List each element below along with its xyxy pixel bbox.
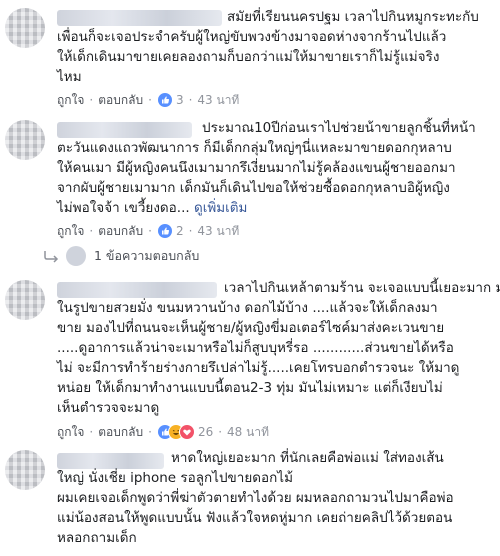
reply-arrow-icon [44,251,59,263]
avatar[interactable] [5,450,45,490]
view-replies-link[interactable]: 1 ข้อความตอบกลับ [42,246,199,266]
comment: หาดใหญ่เยอะมาก ที่นักเลยคือพ่อแม่ ใส่ทอง… [0,442,500,556]
comment-actions: ถูกใจ · ตอบกลับ · 3 · 43 นาที [57,91,239,109]
like-button[interactable]: ถูกใจ [57,423,84,442]
reactions[interactable]: 2 [156,223,184,239]
avatar[interactable] [5,8,45,48]
reply-button[interactable]: ตอบกลับ [98,222,143,241]
comment-text: หาดใหญ่เยอะมาก ที่นักเลยคือพ่อแม่ ใส่ทอง… [57,450,454,546]
reaction-count: 3 [175,93,184,107]
timestamp[interactable]: 43 นาที [197,222,239,241]
like-button[interactable]: ถูกใจ [57,91,84,110]
thumbs-up-icon [156,92,173,108]
reactions[interactable]: 3 [156,92,184,108]
comment: สมัยที่เรียนนครปฐม เวลาไปกินหมูกระทะกับ … [0,0,500,120]
comment-thread: สมัยที่เรียนนครปฐม เวลาไปกินหมูกระทะกับ … [0,0,500,556]
reaction-count: 2 [175,224,184,238]
avatar[interactable] [5,120,45,160]
reactions[interactable]: 26 [156,424,214,440]
comment-actions: ถูกใจ · ตอบกลับ · 2 · 43 นาที [57,222,239,240]
reaction-count: 26 [197,425,214,439]
comment-text: เวลาไปกินเหล้าตามร้าน จะเจอแบบนี้เยอะมาก… [57,280,500,416]
comment: เวลาไปกินเหล้าตามร้าน จะเจอแบบนี้เยอะมาก… [0,272,500,442]
like-button[interactable]: ถูกใจ [57,222,84,241]
heart-icon [178,424,195,440]
timestamp[interactable]: 48 นาที [227,423,269,442]
thumbs-up-icon [156,223,173,239]
comment-text: สมัยที่เรียนนครปฐม เวลาไปกินหมูกระทะกับ … [57,9,479,85]
timestamp[interactable]: 43 นาที [197,91,239,110]
comment-actions: ถูกใจ · ตอบกลับ · 26 · 48 นาที [57,423,269,441]
avatar[interactable] [5,280,45,320]
reply-button[interactable]: ตอบกลับ [98,423,143,442]
reply-avatar [66,246,86,266]
see-more-link[interactable]: ดูเพิ่มเติม [194,200,247,216]
reply-button[interactable]: ตอบกลับ [98,91,143,110]
comment-text: ประมาณ10ปีก่อนเราไปช่วยน้าขายลูกชิ้นที่ห… [57,120,476,216]
comment: ประมาณ10ปีก่อนเราไปช่วยน้าขายลูกชิ้นที่ห… [0,112,500,277]
